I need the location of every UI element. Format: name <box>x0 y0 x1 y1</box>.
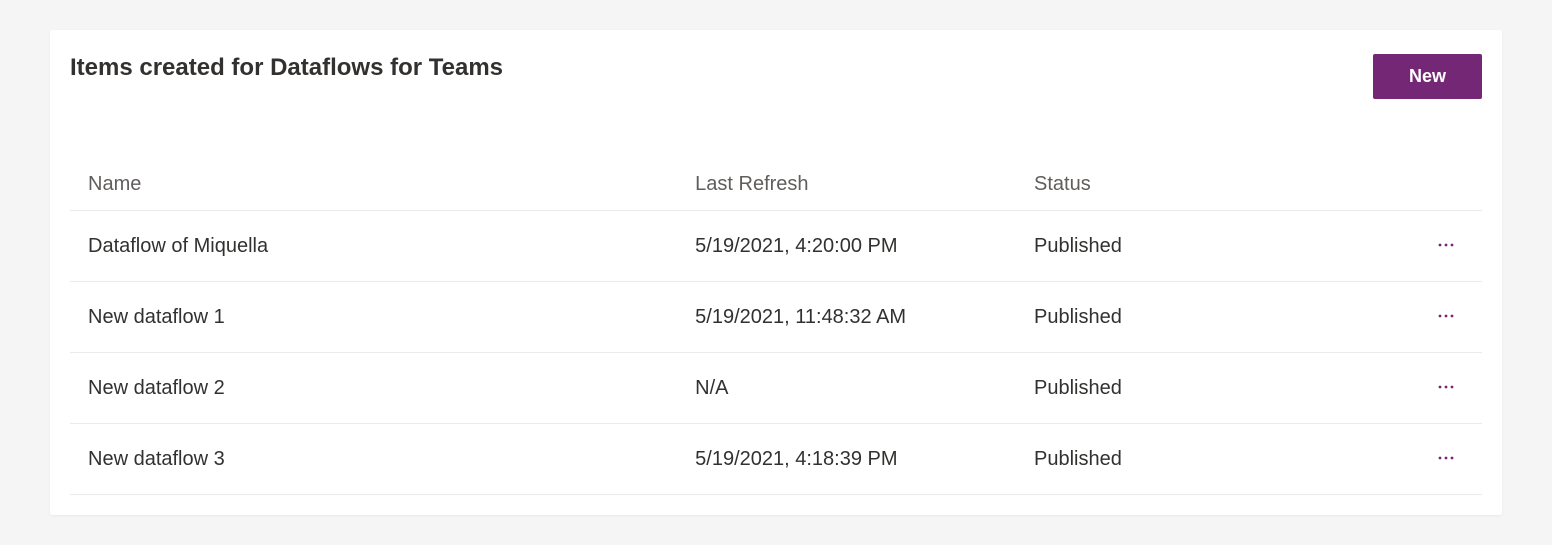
table-row[interactable]: New dataflow 15/19/2021, 11:48:32 AMPubl… <box>70 282 1482 353</box>
table-row[interactable]: New dataflow 2N/APublished <box>70 353 1482 424</box>
table-header-row: Name Last Refresh Status <box>70 159 1482 211</box>
cell-status: Published <box>1016 211 1369 282</box>
more-horizontal-icon <box>1436 377 1456 397</box>
card-header: Items created for Dataflows for Teams Ne… <box>50 30 1502 99</box>
table-row[interactable]: Dataflow of Miquella5/19/2021, 4:20:00 P… <box>70 211 1482 282</box>
cell-name: New dataflow 3 <box>70 424 677 495</box>
column-header-actions <box>1369 159 1482 211</box>
cell-name: Dataflow of Miquella <box>70 211 677 282</box>
more-options-button[interactable] <box>1428 231 1464 259</box>
more-horizontal-icon <box>1436 235 1456 255</box>
dataflows-card: Items created for Dataflows for Teams Ne… <box>50 30 1502 515</box>
cell-last-refresh: 5/19/2021, 4:20:00 PM <box>677 211 1016 282</box>
cell-name: New dataflow 1 <box>70 282 677 353</box>
cell-actions <box>1369 211 1482 282</box>
more-options-button[interactable] <box>1428 302 1464 330</box>
dataflows-table: Name Last Refresh Status Dataflow of Miq… <box>70 159 1482 495</box>
column-header-last-refresh[interactable]: Last Refresh <box>677 159 1016 211</box>
table-row[interactable]: New dataflow 35/19/2021, 4:18:39 PMPubli… <box>70 424 1482 495</box>
more-horizontal-icon <box>1436 306 1456 326</box>
new-button[interactable]: New <box>1373 54 1482 99</box>
cell-actions <box>1369 353 1482 424</box>
cell-actions <box>1369 424 1482 495</box>
column-header-name[interactable]: Name <box>70 159 677 211</box>
column-header-status[interactable]: Status <box>1016 159 1369 211</box>
cell-status: Published <box>1016 424 1369 495</box>
more-options-button[interactable] <box>1428 373 1464 401</box>
cell-status: Published <box>1016 282 1369 353</box>
table-container: Name Last Refresh Status Dataflow of Miq… <box>50 99 1502 515</box>
page-title: Items created for Dataflows for Teams <box>70 54 503 82</box>
cell-last-refresh: N/A <box>677 353 1016 424</box>
more-horizontal-icon <box>1436 448 1456 468</box>
cell-status: Published <box>1016 353 1369 424</box>
cell-last-refresh: 5/19/2021, 4:18:39 PM <box>677 424 1016 495</box>
more-options-button[interactable] <box>1428 444 1464 472</box>
cell-last-refresh: 5/19/2021, 11:48:32 AM <box>677 282 1016 353</box>
cell-name: New dataflow 2 <box>70 353 677 424</box>
cell-actions <box>1369 282 1482 353</box>
